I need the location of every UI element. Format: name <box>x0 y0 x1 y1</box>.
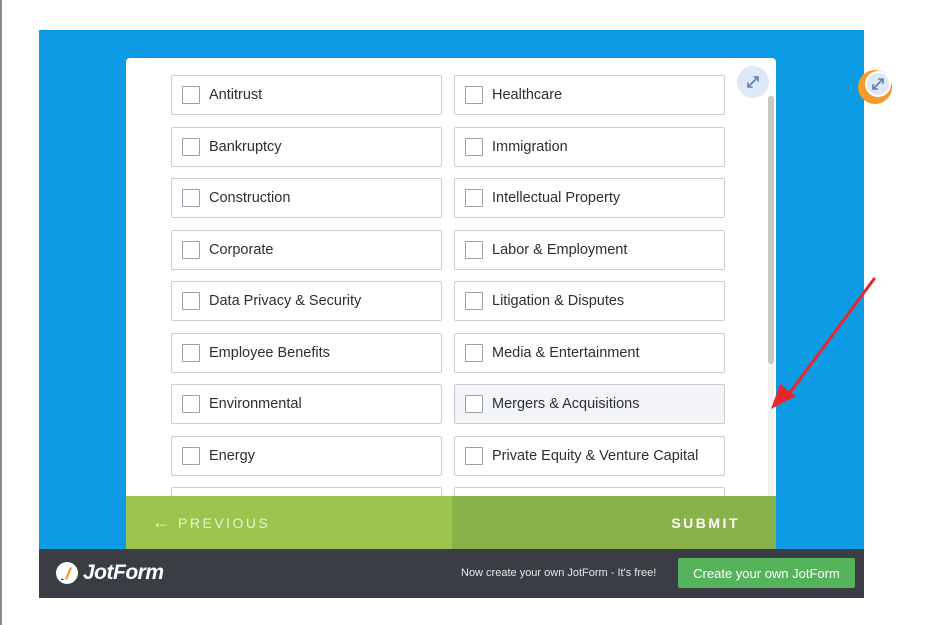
option-litigation-disputes[interactable]: Litigation & Disputes <box>454 281 725 321</box>
option-data-privacy-security[interactable]: Data Privacy & Security <box>171 281 442 321</box>
checkbox[interactable] <box>465 189 483 207</box>
jotform-footer-bar: JotForm Now create your own JotForm - It… <box>39 549 864 598</box>
option-label: Energy <box>209 448 255 464</box>
option-construction[interactable]: Construction <box>171 178 442 218</box>
option-partial-right[interactable] <box>454 487 725 496</box>
jotform-logo-icon <box>56 562 78 584</box>
option-label: Data Privacy & Security <box>209 293 362 309</box>
option-label: Immigration <box>492 139 568 155</box>
option-antitrust[interactable]: Antitrust <box>171 75 442 115</box>
option-label: Environmental <box>209 396 302 412</box>
avatar-icon[interactable] <box>856 68 894 106</box>
arrow-left-icon: ← <box>152 512 170 532</box>
option-label: Private Equity & Venture Capital <box>492 448 699 464</box>
option-employee-benefits[interactable]: Employee Benefits <box>171 333 442 373</box>
checkbox[interactable] <box>465 86 483 104</box>
checkbox[interactable] <box>182 447 200 465</box>
option-label: Labor & Employment <box>492 242 628 258</box>
previous-button[interactable]: ← PREVIOUS <box>126 496 452 549</box>
checkbox[interactable] <box>465 395 483 413</box>
form-card: Antitrust Bankruptcy Construction Corpor… <box>126 58 776 549</box>
option-label: Healthcare <box>492 87 563 103</box>
option-media-entertainment[interactable]: Media & Entertainment <box>454 333 725 373</box>
checkbox[interactable] <box>182 292 200 310</box>
option-environmental[interactable]: Environmental <box>171 384 442 424</box>
option-bankruptcy[interactable]: Bankruptcy <box>171 127 442 167</box>
checkbox[interactable] <box>182 189 200 207</box>
option-label: Media & Entertainment <box>492 345 640 361</box>
option-label: Litigation & Disputes <box>492 293 625 309</box>
checkbox-grid: Antitrust Bankruptcy Construction Corpor… <box>126 58 776 496</box>
checkbox[interactable] <box>182 395 200 413</box>
checkbox[interactable] <box>465 344 483 362</box>
jotform-brand[interactable]: JotForm <box>55 561 164 585</box>
option-labor-employment[interactable]: Labor & Employment <box>454 230 725 270</box>
submit-button[interactable]: SUBMIT <box>452 496 776 549</box>
option-label: Bankruptcy <box>209 139 282 155</box>
checkbox[interactable] <box>182 138 200 156</box>
option-label: Employee Benefits <box>209 345 330 361</box>
checkbox[interactable] <box>465 138 483 156</box>
option-intellectual-property[interactable]: Intellectual Property <box>454 178 725 218</box>
expand-button[interactable] <box>737 66 769 98</box>
checkbox[interactable] <box>182 86 200 104</box>
checkbox[interactable] <box>465 447 483 465</box>
promo-text: Now create your own JotForm - It's free! <box>461 567 657 579</box>
form-nav-bar: ← PREVIOUS SUBMIT <box>126 496 776 549</box>
option-label: Antitrust <box>209 87 263 103</box>
expand-icon <box>747 76 759 88</box>
option-private-equity-venture-capital[interactable]: Private Equity & Venture Capital <box>454 436 725 476</box>
option-healthcare[interactable]: Healthcare <box>454 75 725 115</box>
option-corporate[interactable]: Corporate <box>171 230 442 270</box>
checkbox[interactable] <box>465 241 483 259</box>
checkbox[interactable] <box>182 241 200 259</box>
form-scrollbar[interactable] <box>768 96 774 496</box>
option-mergers-acquisitions[interactable]: Mergers & Acquisitions <box>454 384 725 424</box>
option-label: Corporate <box>209 242 274 258</box>
option-partial-left[interactable] <box>171 487 442 496</box>
option-label: Construction <box>209 190 291 206</box>
checkbox[interactable] <box>182 344 200 362</box>
window-left-edge <box>0 0 2 625</box>
checkbox[interactable] <box>465 292 483 310</box>
create-your-own-jotform-button[interactable]: Create your own JotForm <box>678 558 855 588</box>
option-label: Intellectual Property <box>492 190 621 206</box>
previous-label: PREVIOUS <box>178 514 271 531</box>
option-label: Mergers & Acquisitions <box>492 396 640 412</box>
scrollbar-thumb[interactable] <box>768 96 774 364</box>
submit-label: SUBMIT <box>671 514 740 531</box>
option-energy[interactable]: Energy <box>171 436 442 476</box>
option-immigration[interactable]: Immigration <box>454 127 725 167</box>
brand-name: JotForm <box>83 561 164 584</box>
